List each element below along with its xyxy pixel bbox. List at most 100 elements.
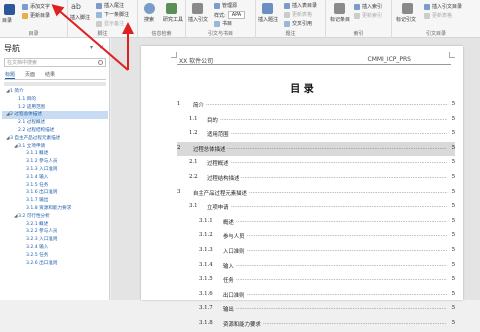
nav-heading-item[interactable]: 3.1.5 任务 [2,182,108,190]
style-select[interactable]: 样式: APA [214,11,246,19]
toc-leader-dots: ........................................… [247,290,447,297]
toc-page-number: 5 [451,203,455,210]
insert-authorities-button[interactable]: 插入引文目录 [424,3,462,10]
endnote-icon [96,2,102,9]
nav-heading-label: 3.1.4 输入 [26,174,49,180]
toc-entry[interactable]: 3.1.7 输出.................................… [177,302,455,317]
toc-entry[interactable]: 3.1.8 资源和能力要求............................… [177,317,455,332]
mark-citation-icon [402,3,413,14]
update-index-button[interactable]: 更新索引 [354,12,382,19]
toc-entry[interactable]: 3.1.5 任务.................................… [177,273,455,288]
ribbon-group-research: 搜索 研究工具 信息检索 [138,0,186,38]
nav-heading-item[interactable]: ◢3.1 立项申请 [2,143,108,151]
insert-footnote-button[interactable]: 插入脚注 [70,14,90,21]
insert-endnote-button[interactable]: 插入尾注 [96,2,124,9]
nav-heading-item[interactable]: ◢3 自主产品过程元素描述 [2,135,108,143]
nav-heading-item[interactable]: 3.1.8 资源和能力要求 [2,205,108,213]
nav-heading-item[interactable]: 2.2 过程结构描述 [2,127,108,135]
nav-heading-label: 2 过程总体描述 [10,112,42,118]
toc-page-number: 5 [451,144,455,151]
toc-page-number: 5 [451,305,455,312]
toc-entry[interactable]: 2 过程总体描述.................................… [177,141,455,157]
toc-entry[interactable]: 3 自主产品过程元素描述.............................… [177,186,455,201]
toc-entry[interactable]: 2.1 过程概述.................................… [177,156,455,171]
nav-heading-item[interactable]: 3.1.3 入口准则 [2,166,108,174]
nav-heading-item[interactable]: ◢3.2 可行性分析 [2,213,108,221]
insert-index-button[interactable]: 插入索引 [354,3,382,10]
search-input[interactable]: 在文档中搜索 [4,58,106,67]
nav-heading-item[interactable]: 3.2.3 入口准则 [2,236,108,244]
nav-heading-item[interactable]: 2.1 过程概述 [2,119,108,127]
toc-leader-dots: ........................................… [220,115,447,122]
next-footnote-button[interactable]: 下一条脚注 [96,11,129,18]
toc-entry-text: 任务 [223,278,234,285]
nav-heading-item[interactable]: 3.1.1 概述 [2,150,108,158]
search-button[interactable]: 搜索 [144,16,154,23]
manage-sources-button[interactable]: 管理源 [214,2,237,9]
toc-entry-number: 3.1.4 [199,261,213,268]
nav-heading-item[interactable]: 3.1.7 输出 [2,197,108,205]
update-table-button[interactable]: 更新表格 [284,11,312,18]
toc-page-number: 5 [451,261,455,268]
table-of-contents[interactable]: 1 简介.....................................… [177,98,455,332]
group-label-authorities: 引文目录 [425,31,446,37]
update-authorities-button[interactable]: 更新表格 [424,12,452,19]
update-toc-button[interactable]: 更新目录 [22,12,50,19]
nav-heading-label: 3.2.6 出口准则 [26,260,58,266]
researcher-button[interactable]: 研究工具 [163,16,183,23]
toc-entry[interactable]: 3.1.2 参与人员...............................… [177,229,455,244]
nav-heading-item[interactable]: ◢2 过程总体描述 [2,111,108,120]
tab-pages[interactable]: 页面 [25,71,35,79]
toc-button[interactable]: 目录 [2,17,12,24]
header-rule [177,64,451,65]
toc-leader-dots: ........................................… [206,101,447,107]
insert-table-of-figures-button[interactable]: 插入表目录 [284,2,317,9]
insert-citation-button[interactable]: 插入引文 [188,16,208,23]
nav-heading-label: 3.1.2 参与人员 [26,159,58,165]
nav-heading-item[interactable]: 3.2.2 参与人员 [2,228,108,236]
nav-heading-item[interactable]: 3.2.5 任务 [2,252,108,260]
toc-entry[interactable]: 1.2 适用范围.................................… [177,127,455,142]
close-icon[interactable]: ✕ [99,44,104,51]
toc-entry-text: 过程概述 [207,161,229,168]
nav-heading-item[interactable]: ◢1 简介 [2,88,108,96]
toc-leader-dots: ........................................… [231,159,447,166]
toc-entry[interactable]: 3.1.1 概述.................................… [177,215,455,230]
add-text-button[interactable]: 添加文字 [22,3,50,10]
tab-results[interactable]: 结果 [45,71,55,79]
group-label-research: 信息检索 [151,31,172,37]
scroll-up-bar[interactable] [4,82,106,86]
toc-page-number: 5 [451,232,455,239]
toc-entry-number: 3.1.6 [199,290,213,297]
cross-reference-button[interactable]: 交叉引用 [284,20,312,27]
document-page[interactable]: XX 软件公司 CMMI_ICP_PRS 目 录 1 简介............… [141,46,463,328]
nav-heading-item[interactable]: 1.1 目的 [2,96,108,104]
nav-heading-item[interactable]: 1.2 适用范围 [2,104,108,112]
show-notes-button[interactable]: 显示备注 [96,20,124,27]
toc-entry[interactable]: 1 简介.....................................… [177,98,455,113]
toc-leader-dots: ........................................… [236,305,447,312]
toc-entry[interactable]: 3.1 立项申请.................................… [177,200,455,215]
nav-heading-item[interactable]: 3.2.4 输入 [2,244,108,252]
pane-options-icon[interactable]: ▾ [90,44,93,51]
researcher-icon [166,3,177,14]
mark-entry-button[interactable]: 标记条目 [330,16,350,23]
mark-citation-button[interactable]: 标记引文 [396,16,416,23]
bibliography-button[interactable]: 书目 [214,20,232,27]
nav-heading-item[interactable]: 3.1.2 参与人员 [2,158,108,166]
nav-heading-item[interactable]: 3.2.6 出口准则 [2,260,108,268]
nav-heading-item[interactable]: 3.2.1 概述 [2,221,108,229]
toc-entry[interactable]: 3.1.3 入口准则...............................… [177,244,455,259]
manage-sources-icon [214,2,220,9]
nav-heading-item[interactable]: 3.1.6 出口准则 [2,189,108,197]
toc-page-number: 5 [451,246,455,253]
tab-headings[interactable]: 标题 [5,71,16,79]
nav-heading-item[interactable]: 3.1.4 输入 [2,174,108,182]
insert-caption-button[interactable]: 插入题注 [258,16,278,23]
toc-entry[interactable]: 1.1 目的...................................… [177,113,455,128]
group-label-footnotes: 脚注 [97,31,108,37]
toc-entry[interactable]: 3.1.4 输入.................................… [177,259,455,274]
toc-entry[interactable]: 3.1.6 出口准则...............................… [177,288,455,303]
toc-entry[interactable]: 2.2 过程结构描述...............................… [177,171,455,186]
cross-reference-icon [284,20,290,27]
